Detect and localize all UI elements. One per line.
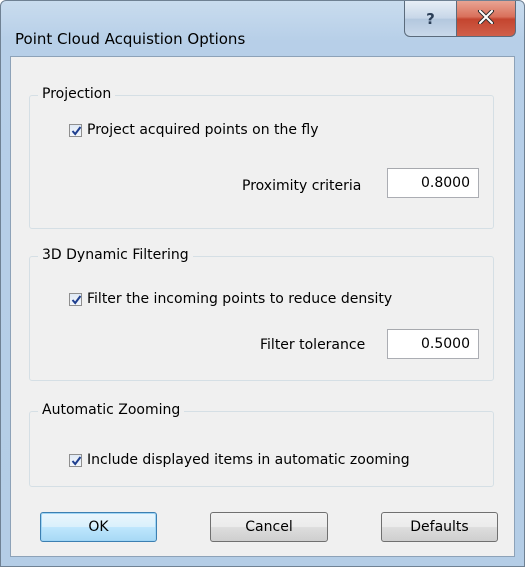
include-displayed-checkbox-row[interactable]: Include displayed items in automatic zoo… [69, 452, 410, 468]
filter-density-checkbox[interactable] [69, 292, 82, 306]
project-on-fly-checkbox[interactable] [69, 123, 82, 137]
project-on-fly-checkbox-row[interactable]: Project acquired points on the fly [69, 122, 319, 138]
zooming-group: Automatic Zooming Include displayed item… [29, 402, 494, 487]
include-displayed-checkbox[interactable] [69, 453, 82, 467]
close-icon [477, 8, 495, 28]
projection-group-label: Projection [38, 86, 116, 102]
close-button[interactable] [456, 1, 516, 37]
filter-tolerance-input[interactable] [387, 329, 479, 359]
ok-button-label: OK [88, 519, 109, 535]
filter-tolerance-label: Filter tolerance [260, 337, 366, 353]
filter-density-checkbox-row[interactable]: Filter the incoming points to reduce den… [69, 291, 392, 307]
cancel-button[interactable]: Cancel [210, 512, 328, 542]
checkmark-icon [71, 294, 82, 305]
checkmark-icon [71, 455, 82, 466]
project-on-fly-label: Project acquired points on the fly [87, 122, 319, 138]
defaults-button[interactable]: Defaults [381, 512, 498, 542]
proximity-criteria-label: Proximity criteria [242, 178, 362, 194]
window-title: Point Cloud Acquistion Options [15, 30, 246, 48]
proximity-criteria-input[interactable] [387, 168, 479, 198]
help-button[interactable]: ? [404, 1, 457, 37]
zooming-group-label: Automatic Zooming [38, 402, 185, 418]
filtering-group-label: 3D Dynamic Filtering [38, 247, 193, 263]
cancel-button-label: Cancel [245, 519, 293, 535]
title-bar[interactable]: Point Cloud Acquistion Options ? [1, 1, 524, 57]
defaults-button-label: Defaults [410, 519, 469, 535]
filter-density-label: Filter the incoming points to reduce den… [87, 291, 393, 307]
ok-button[interactable]: OK [40, 512, 157, 542]
projection-group: Projection Project acquired points on th… [29, 86, 494, 229]
help-icon: ? [426, 9, 435, 28]
include-displayed-label: Include displayed items in automatic zoo… [87, 452, 410, 468]
checkmark-icon [71, 125, 82, 136]
filtering-group: 3D Dynamic Filtering Filter the incoming… [29, 247, 494, 381]
